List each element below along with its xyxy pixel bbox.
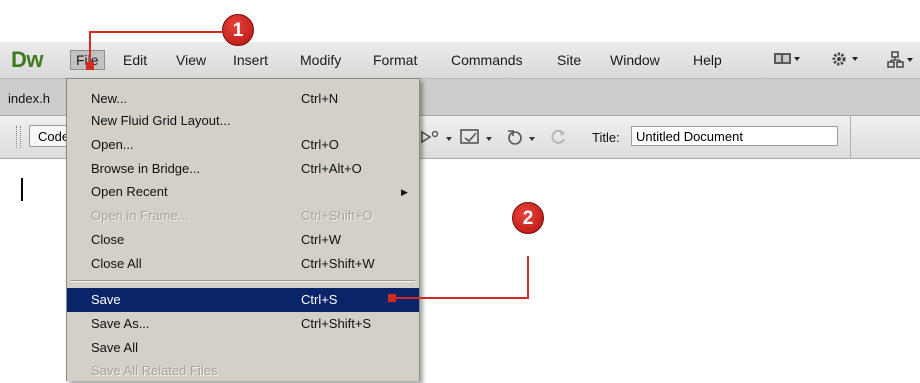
callout-badge-2: 2 [512,202,544,234]
callout-badge-1: 1 [222,14,254,46]
callout-lines [86,31,529,302]
callout-line-2 [392,256,529,299]
callout-anchor-2 [388,294,396,302]
callout-line-1 [89,31,222,66]
callout-anchor-1 [86,62,94,70]
